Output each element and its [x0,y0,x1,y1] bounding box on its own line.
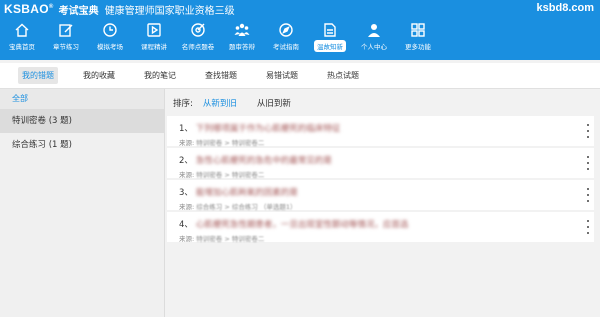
user-icon [368,24,380,37]
brand-name: 考试宝典 [58,5,99,17]
tab-error-prone[interactable]: 易错试题 [262,67,302,84]
question-card[interactable]: 4、 心肌梗死急性期患者，一旦出现室性颤动等情况，应首选 来源: 特训密卷 > 特… [167,212,594,243]
question-title: 心肌梗死急性期患者，一旦出现室性颤动等情况，应首选 [195,220,409,230]
question-card[interactable]: 2、 急性心肌梗死的急危中的最常见的是 来源: 特训密卷 > 特训密卷二 [167,148,594,179]
more-options-icon[interactable] [584,156,592,170]
question-number: 2、 [179,156,193,166]
source-prefix: 来源: [179,171,195,179]
question-number: 1、 [179,124,193,134]
sidebar-item-all[interactable]: 全部 [0,89,164,109]
app-title: 健康管理师国家职业资格三级 [104,5,235,17]
question-card[interactable]: 1、 下列哪项属于作为心肌梗死的临床特征 来源: 特训密卷 > 特训密卷二 [167,116,594,147]
tab-hot[interactable]: 热点试题 [323,67,363,84]
group-icon [234,23,250,36]
source-prefix: 来源: [179,203,195,211]
more-options-icon[interactable] [584,220,592,234]
tab-my-wrong[interactable]: 我的错题 [18,67,58,84]
tab-notes[interactable]: 我的笔记 [140,67,180,84]
nav-course[interactable]: 课程精讲 [132,18,176,60]
sort-label: 排序: [173,99,193,109]
clock-icon [103,23,117,37]
question-source: 特训密卷 > 特训密卷二 [196,139,265,147]
home-icon [15,23,29,37]
nav-home[interactable]: 宝典首页 [0,18,44,60]
source-prefix: 来源: [179,235,195,243]
question-number: 3、 [179,188,193,198]
nav-teacher-paper[interactable]: 名师点题卷 [176,18,220,60]
question-number: 4、 [179,220,193,230]
sort-newest[interactable]: 从新到旧 [203,97,237,109]
logo: KSBAO® [4,2,54,16]
source-prefix: 来源: [179,139,195,147]
document-icon [324,23,336,37]
nav-review-knowledge[interactable]: 温故知新 [308,18,352,60]
question-title: 下列哪项属于作为心肌梗死的临床特征 [195,124,341,134]
app-header: KSBAO® 考试宝典 健康管理师国家职业资格三级 ksbd8.com [0,0,600,18]
sidebar-item-special-papers[interactable]: 特训密卷 (3 题) [0,109,164,133]
domain-text: ksbd8.com [536,2,594,14]
question-title: 急性心肌梗死的急危中的最常见的是 [195,156,332,166]
question-source: 综合练习 > 综合练习 （单选题1） [196,203,297,211]
nav-mock-exam[interactable]: 模拟考场 [88,18,132,60]
sort-oldest[interactable]: 从旧到新 [257,97,291,109]
question-title: 能增加心肌耗氧的因素的是 [195,188,298,198]
tab-bar: 我的错题 我的收藏 我的笔记 查找错题 易错试题 热点试题 [0,63,600,89]
sidebar-item-comprehensive[interactable]: 综合练习 (1 题) [0,133,164,157]
nav-more[interactable]: 更多功能 [396,18,440,60]
nav-chapter-practice[interactable]: 章节练习 [44,18,88,60]
play-icon [147,23,161,37]
compass-icon [279,23,293,37]
edit-icon [59,24,73,37]
nav-exam-guide[interactable]: 考试指南 [264,18,308,60]
more-options-icon[interactable] [584,124,592,138]
question-source: 特训密卷 > 特训密卷二 [196,235,265,243]
nav-personal-center[interactable]: 个人中心 [352,18,396,60]
question-card[interactable]: 3、 能增加心肌耗氧的因素的是 来源: 综合练习 > 综合练习 （单选题1） [167,180,594,211]
tab-find-wrong[interactable]: 查找错题 [201,67,241,84]
more-options-icon[interactable] [584,188,592,202]
question-list: 1、 下列哪项属于作为心肌梗死的临床特征 来源: 特训密卷 > 特训密卷二 2、急… [165,116,600,244]
sort-bar: 排序: 从新到旧 从旧到新 [165,92,600,114]
question-source: 特训密卷 > 特训密卷二 [196,171,265,179]
category-sidebar: 全部 特训密卷 (3 题) 综合练习 (1 题) [0,89,165,317]
tab-favorites[interactable]: 我的收藏 [79,67,119,84]
grid-icon [411,23,425,37]
target-icon [191,23,205,37]
main-nav: 宝典首页 章节练习 模拟考场 课程精讲 名师点题卷 题审答辩 考试指南 温故知新… [0,18,600,60]
nav-review[interactable]: 题审答辩 [220,18,264,60]
